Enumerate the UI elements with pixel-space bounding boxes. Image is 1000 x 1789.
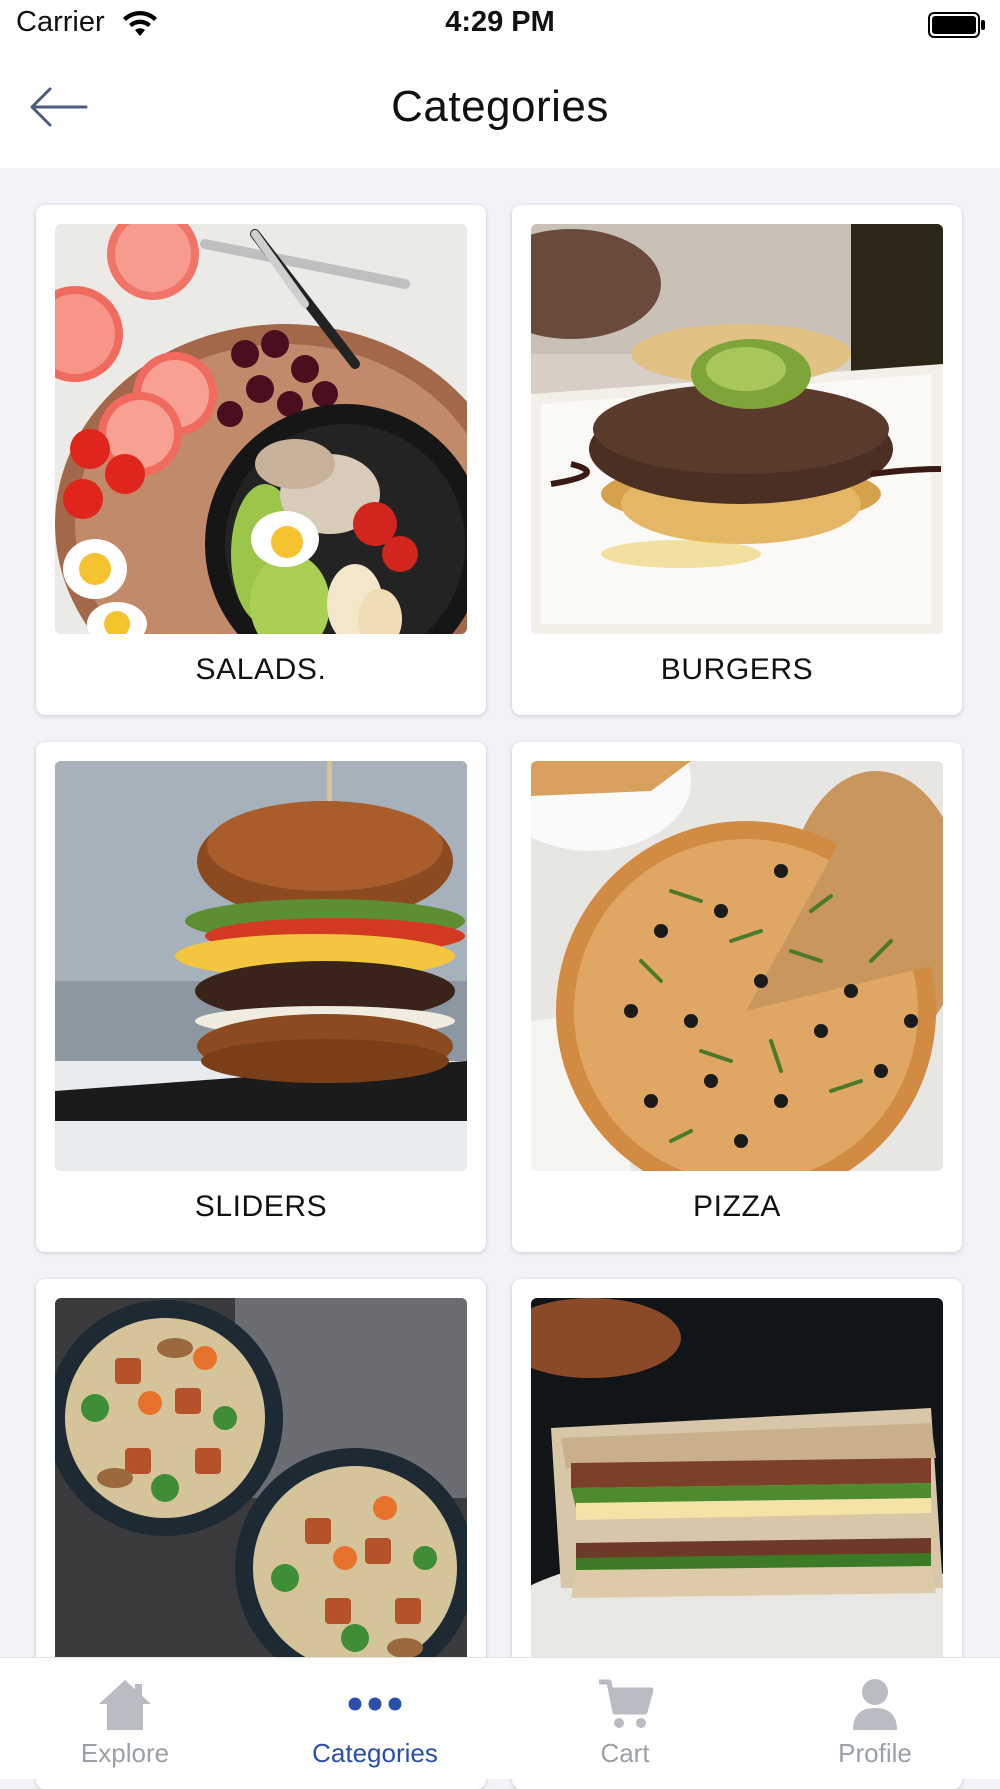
- tab-explore[interactable]: Explore: [0, 1658, 250, 1779]
- burgers-photo: [531, 224, 943, 634]
- tab-label: Profile: [838, 1738, 912, 1768]
- tab-bar: Explore Categories Cart Profile: [0, 1657, 1000, 1779]
- battery-icon: [928, 12, 985, 38]
- sandwich-photo: [531, 1298, 943, 1708]
- category-card-salads[interactable]: SALADS.: [36, 205, 486, 715]
- salads-photo: [55, 224, 467, 634]
- cart-icon: [599, 1679, 654, 1728]
- category-label: PIZZA: [692, 1190, 781, 1223]
- tab-categories[interactable]: Categories: [250, 1658, 500, 1779]
- status-time: 4:29 PM: [445, 6, 555, 38]
- category-card-pizza[interactable]: PIZZA: [512, 742, 962, 1252]
- tab-cart[interactable]: Cart: [500, 1658, 750, 1779]
- bowls-photo: [55, 1298, 467, 1708]
- status-bar: Carrier 4:29 PM: [0, 0, 1000, 52]
- category-card-burgers[interactable]: BURGERS: [512, 205, 962, 715]
- category-label: SLIDERS: [194, 1190, 328, 1223]
- sliders-photo: [55, 761, 467, 1171]
- category-label: SALADS.: [195, 653, 327, 686]
- tab-label: Cart: [600, 1738, 650, 1768]
- tab-profile[interactable]: Profile: [750, 1658, 1000, 1779]
- page-title: Categories: [391, 82, 609, 131]
- navigation-bar: Categories: [0, 52, 1000, 168]
- more-dots-icon: [348, 1697, 402, 1711]
- home-icon: [99, 1680, 151, 1730]
- user-icon: [853, 1679, 897, 1730]
- category-card-sliders[interactable]: SLIDERS: [36, 742, 486, 1252]
- tab-label: Explore: [80, 1738, 170, 1768]
- tab-label: Categories: [312, 1738, 438, 1768]
- pizza-photo: [531, 761, 943, 1171]
- category-label: BURGERS: [660, 653, 814, 686]
